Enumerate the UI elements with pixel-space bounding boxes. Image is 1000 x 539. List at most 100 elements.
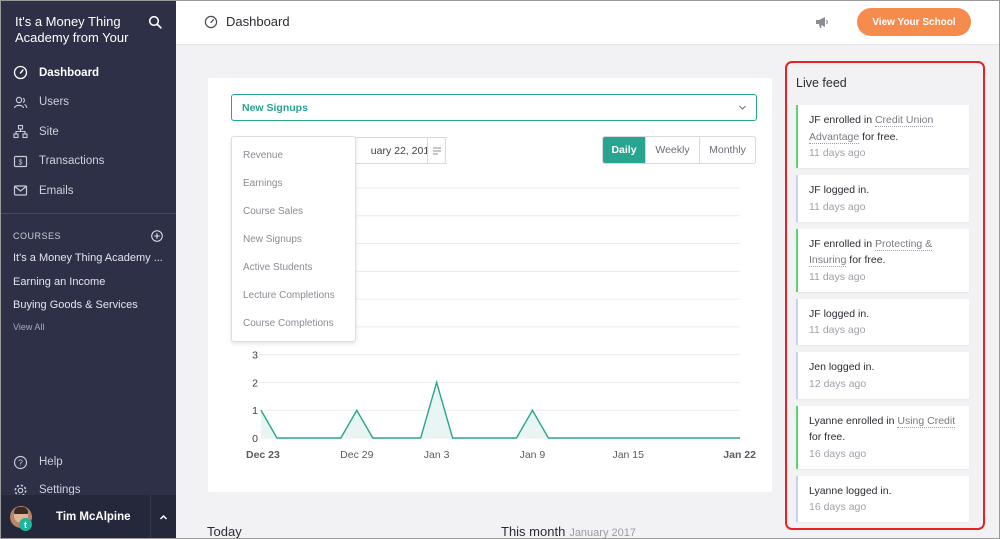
megaphone-icon[interactable] <box>814 14 830 30</box>
lines-icon <box>432 147 441 154</box>
metric-option[interactable]: Lecture Completions <box>232 282 355 310</box>
feed-time: 12 days ago <box>809 377 867 390</box>
feed-item: JF logged in. 11 days ago <box>796 175 969 222</box>
transactions-icon: $ <box>13 154 28 169</box>
sidebar-item-site[interactable]: Site <box>0 117 176 147</box>
sidebar-item-label: Dashboard <box>39 66 100 79</box>
sidebar-item-dashboard[interactable]: Dashboard <box>0 58 176 88</box>
period-daily-button[interactable]: Daily <box>603 137 645 163</box>
page-title-text: Dashboard <box>226 14 290 29</box>
chevron-down-icon <box>739 105 746 110</box>
period-toggle: Daily Weekly Monthly <box>602 136 756 164</box>
this-month-heading: This month January 2017 <box>501 524 636 539</box>
avatar[interactable]: t <box>10 506 32 531</box>
feed-message: Jen logged in. <box>809 361 875 373</box>
feed-item: Jen logged in. 12 days ago <box>796 352 969 399</box>
sidebar-item-emails[interactable]: Emails <box>0 176 176 206</box>
feed-time: 11 days ago <box>809 270 866 283</box>
metric-option[interactable]: Active Students <box>232 254 355 282</box>
y-tick-label: 2 <box>252 377 258 389</box>
svg-text:?: ? <box>18 457 23 467</box>
metric-option[interactable]: Course Completions <box>232 310 355 338</box>
speedometer-icon <box>204 15 218 28</box>
user-menu-toggle[interactable] <box>150 495 176 539</box>
feed-time: 16 days ago <box>809 501 867 513</box>
period-weekly-button[interactable]: Weekly <box>645 137 699 163</box>
svg-text:$: $ <box>19 159 23 166</box>
user-name[interactable]: Tim McAlpine <box>56 511 131 523</box>
course-item[interactable]: Earning an Income <box>13 274 165 298</box>
sidebar-item-label: Users <box>39 96 70 109</box>
feed-time: 11 days ago <box>809 147 866 159</box>
feed-item: Lyanne logged in. 16 days ago <box>796 475 969 522</box>
search-icon[interactable] <box>148 15 162 29</box>
feed-course-link[interactable]: Using Credit <box>897 414 956 428</box>
metric-option[interactable]: Revenue <box>232 142 355 170</box>
sidebar-item-label: Emails <box>39 184 74 197</box>
y-tick-label: 3 <box>252 350 258 362</box>
feed-message: JF enrolled in Protecting & Insuring for… <box>809 236 959 269</box>
course-item[interactable]: It's a Money Thing Academy ... <box>13 250 165 274</box>
view-all-courses-link[interactable]: View All <box>13 322 165 332</box>
metric-option[interactable]: Earnings <box>232 170 355 198</box>
feed-time: 11 days ago <box>809 324 866 336</box>
period-monthly-button[interactable]: Monthly <box>699 137 755 163</box>
sitemap-icon <box>13 124 28 139</box>
mail-icon <box>13 183 28 198</box>
add-course-icon[interactable] <box>151 230 163 242</box>
feed-user: JF <box>809 237 821 250</box>
sidebar-nav: Dashboard Users Site $ Transactions Emai… <box>0 58 176 206</box>
date-options-button[interactable] <box>427 137 446 164</box>
view-your-school-button[interactable]: View Your School <box>857 8 971 36</box>
feed-suffix: for free. <box>862 130 899 143</box>
x-tick-label: Dec 23 <box>246 449 280 461</box>
x-tick-label: Dec 29 <box>340 449 373 461</box>
feed-time: 11 days ago <box>809 200 866 213</box>
sidebar-item-transactions[interactable]: $ Transactions <box>0 147 176 177</box>
feed-user: JF <box>809 114 821 126</box>
sidebar-item-label: Help <box>39 456 63 468</box>
x-tick-label: Jan 9 <box>520 449 546 461</box>
feed-time: 16 days ago <box>809 447 867 460</box>
feed-message: JF enrolled in Credit Union Advantage fo… <box>809 112 959 145</box>
course-item[interactable]: Buying Goods & Services <box>13 297 165 321</box>
courses-header: COURSES <box>13 230 163 242</box>
speedometer-icon <box>13 65 28 80</box>
school-title[interactable]: It's a Money Thing Academy from Your <box>15 14 143 46</box>
y-tick-label: 0 <box>252 433 258 445</box>
sidebar-item-users[interactable]: Users <box>0 88 176 118</box>
y-tick-label: 1 <box>252 405 258 417</box>
feed-action: enrolled in <box>823 237 873 250</box>
feed-suffix: for free. <box>849 254 886 266</box>
feed-item: JF enrolled in Credit Union Advantage fo… <box>796 105 969 168</box>
feed-suffix: for free. <box>809 431 846 443</box>
report-card: New Signups uary 22, 2017 Daily Weekly M… <box>208 78 772 492</box>
metric-select-value: New Signups <box>242 101 308 114</box>
feed-message: JF logged in. <box>809 184 870 196</box>
feed-message: JF logged in. <box>809 307 870 320</box>
feed-message: Lyanne logged in. <box>809 484 892 497</box>
avatar-badge: t <box>19 518 32 531</box>
metric-select[interactable]: New Signups <box>231 94 757 121</box>
feed-message: Lyanne enrolled in Using Credit for free… <box>809 413 959 446</box>
page-title: Dashboard <box>204 14 290 29</box>
x-tick-label: Jan 3 <box>424 449 450 461</box>
x-tick-label: Jan 15 <box>612 449 644 461</box>
user-bar[interactable]: t Tim McAlpine <box>0 495 176 539</box>
users-icon <box>13 95 28 110</box>
courses-heading: COURSES <box>13 231 62 241</box>
sidebar-item-label: Site <box>39 125 59 138</box>
sidebar-item-help[interactable]: ? Help <box>0 448 176 476</box>
sidebar: It's a Money Thing Academy from Your Das… <box>0 0 176 539</box>
topbar: Dashboard View Your School <box>176 0 1000 45</box>
course-list: It's a Money Thing Academy ... Earning a… <box>13 250 165 332</box>
today-heading: Today <box>207 524 242 539</box>
this-month-label: This month <box>501 524 566 539</box>
chevron-up-icon <box>159 514 168 520</box>
feed-user: Lyanne <box>809 414 844 427</box>
x-tick-label: Jan 22 <box>723 449 756 461</box>
metric-option[interactable]: Course Sales <box>232 198 355 226</box>
feed-item: Lyanne enrolled in Using Credit for free… <box>796 405 969 469</box>
live-feed-title: Live feed <box>796 76 847 90</box>
metric-option[interactable]: New Signups <box>232 226 355 254</box>
